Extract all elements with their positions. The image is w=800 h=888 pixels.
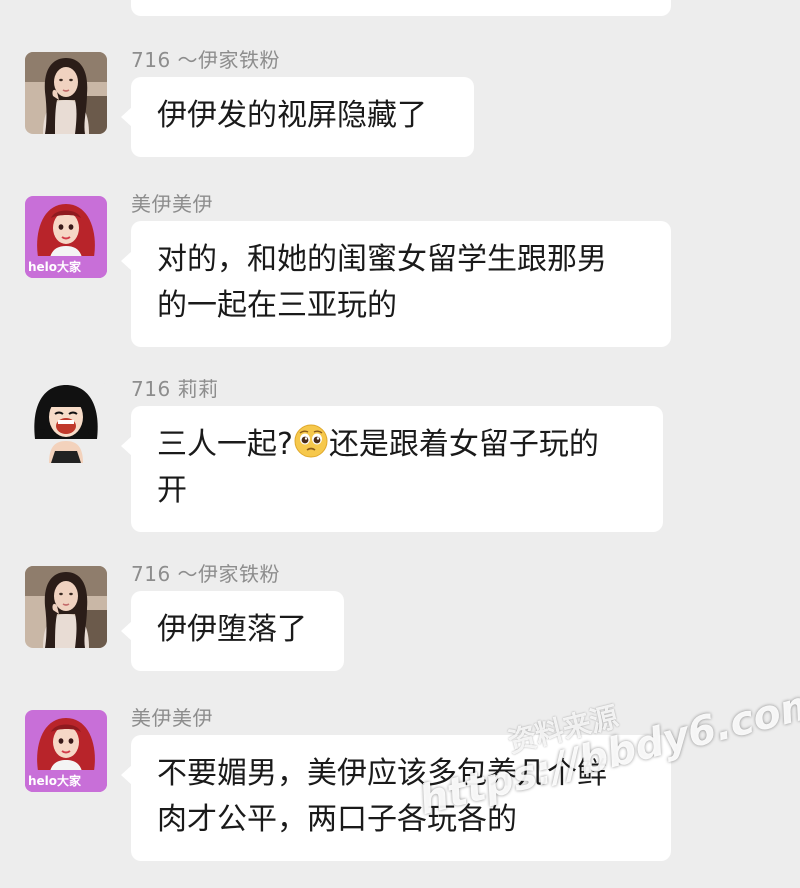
message-bubble[interactable]: 伊伊堕落了 [121,591,344,671]
message-text: 伊伊发的视屏隐藏了 [157,98,427,133]
message-bubble[interactable]: 三人一起? 还是跟着女留子玩的 开 [121,406,663,532]
message-text-line: 不要媚男，美伊应该多包养几个鲜 [157,756,607,791]
sender-name[interactable]: 716 莉莉 [131,373,219,402]
avatar-caption: helo大家 [28,260,82,274]
message-text-line: 的一起在三亚玩的 [157,288,397,323]
cartoon-redhead-avatar[interactable]: helo大家 [25,710,107,792]
message-text-line: 开 [157,473,187,508]
message-text: 伊伊堕落了 [157,612,307,647]
message-text-line: 肉才公平，两口子各玩各的 [157,802,517,837]
message-text: 三人一起? [157,427,293,462]
previous-message-bubble[interactable] [131,0,671,16]
message-text: 还是跟着女留子玩的 [328,427,599,462]
sender-name[interactable]: 美伊美伊 [131,188,213,217]
sender-name[interactable]: 美伊美伊 [131,702,213,731]
message-text-line: 对的，和她的闺蜜女留学生跟那男 [157,242,607,277]
sender-name[interactable]: 716 ～伊家铁粉 [131,558,280,587]
sender-name[interactable]: 716 ～伊家铁粉 [131,44,280,73]
pleading-face-emoji [294,424,328,458]
message-bubble[interactable]: 伊伊发的视屏隐藏了 [121,77,474,157]
cartoon-black-hair-avatar[interactable] [25,381,107,463]
message-bubble[interactable]: 不要媚男，美伊应该多包养几个鲜 肉才公平，两口子各玩各的 [121,735,671,861]
cartoon-redhead-avatar[interactable]: helo大家 [25,196,107,278]
chat-view: 716 ～伊家铁粉 伊伊发的视屏隐藏了 helo大家 美伊美伊 对的，和她的闺蜜… [0,0,800,888]
photo-woman-avatar[interactable] [25,52,107,134]
avatar-caption: helo大家 [28,774,82,788]
message-bubble[interactable]: 对的，和她的闺蜜女留学生跟那男 的一起在三亚玩的 [121,221,671,347]
photo-woman-avatar[interactable] [25,566,107,648]
